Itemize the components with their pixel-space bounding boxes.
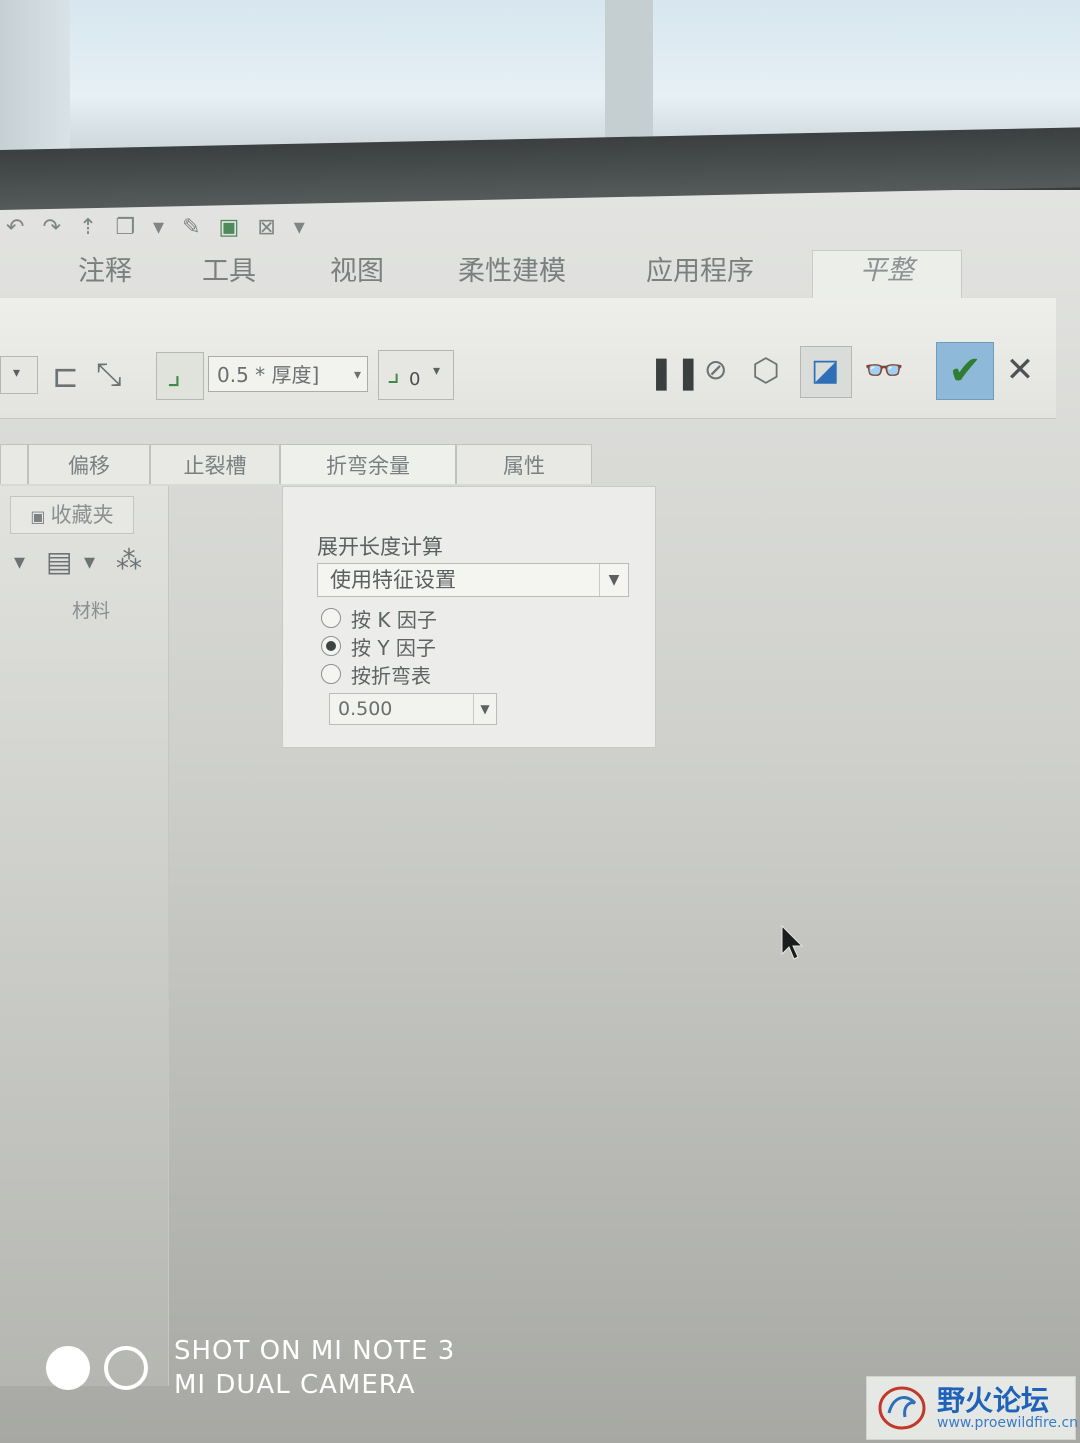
collapsed-dropdown[interactable]: ▾: [0, 356, 38, 394]
glasses-icon[interactable]: 👓: [864, 354, 904, 386]
monitor-icon[interactable]: ▣: [219, 215, 240, 240]
tab-tools[interactable]: 工具: [202, 249, 256, 298]
no-preview-icon[interactable]: ⊘: [704, 356, 727, 384]
radio-k-factor[interactable]: 按 K 因子: [321, 605, 437, 632]
camera-watermark-line2: MI DUAL CAMERA: [174, 1370, 416, 1400]
quick-access-toolbar: ↶ ↷ ⇡ ❐ ▾ ✎ ▣ ⊠ ▾: [0, 205, 426, 250]
thickness-field[interactable]: 0.5 * 厚度] ▾: [208, 356, 368, 392]
scale-arrow-icon[interactable]: ⤡: [96, 358, 122, 390]
preview-box-icon[interactable]: ⬡: [752, 354, 780, 386]
bracket-icon[interactable]: ⊏: [52, 360, 79, 392]
chevron-down-icon: ▼: [473, 694, 496, 724]
document-icon[interactable]: ▤: [46, 548, 72, 576]
pause-icon[interactable]: ❚❚: [648, 356, 702, 388]
radio-y-factor[interactable]: 按 Y 因子: [321, 633, 436, 660]
bend-allowance-panel: 展开长度计算 使用特征设置 ▼ 按 K 因子 按 Y 因子 按折弯表 0.500…: [282, 486, 656, 748]
radio-bend-table[interactable]: 按折弯表: [321, 661, 431, 688]
radio-circle[interactable]: [321, 608, 341, 628]
dropdown-arrow-icon[interactable]: ▾: [84, 552, 95, 574]
camera-dot-ring-icon: [104, 1346, 148, 1390]
factor-value-field[interactable]: 0.500 ▼: [329, 693, 497, 725]
dropdown-arrow-icon[interactable]: ▾: [153, 215, 164, 240]
feature-sub-tabs: 偏移 止裂槽 折弯余量 属性: [0, 444, 592, 486]
camera-watermark-line1: SHOT ON MI NOTE 3: [174, 1336, 456, 1366]
method-select[interactable]: 使用特征设置 ▼: [317, 563, 629, 597]
tab-relief[interactable]: 止裂槽: [150, 444, 280, 484]
material-column-header: 材料: [72, 600, 111, 622]
tab-truncated[interactable]: [0, 444, 28, 484]
tab-view[interactable]: 视图: [330, 249, 384, 298]
mouse-cursor-icon: [781, 924, 804, 960]
cancel-button[interactable]: ✕: [1002, 350, 1038, 390]
verify-mode-button[interactable]: ◪: [800, 346, 852, 398]
check-icon: ✔: [948, 348, 982, 394]
dropdown-arrow-icon[interactable]: ▾: [14, 552, 25, 574]
tab-bend-allowance[interactable]: 折弯余量: [280, 444, 456, 484]
folder-icon: ▣: [30, 507, 51, 526]
regenerate-icon[interactable]: ⇡: [79, 215, 97, 240]
close-icon: ✕: [1005, 350, 1035, 390]
favorites-tab[interactable]: ▣ 收藏夹: [10, 496, 134, 534]
developed-length-label: 展开长度计算: [317, 535, 443, 559]
flame-logo-icon: [878, 1386, 926, 1430]
redo-icon[interactable]: ↷: [42, 215, 60, 240]
radio-circle[interactable]: [321, 664, 341, 684]
radio-circle-selected[interactable]: [321, 636, 341, 656]
tab-flatten[interactable]: 平整: [812, 250, 962, 299]
forum-logo: 野火论坛 www.proewildfire.cn: [866, 1376, 1079, 1440]
tab-properties[interactable]: 属性: [456, 444, 592, 484]
show-hide-icon[interactable]: ⁂: [116, 548, 142, 574]
forum-name: 野火论坛: [937, 1384, 1050, 1417]
camera-dot-filled-icon: [46, 1346, 90, 1390]
window-frame-mid: [605, 0, 653, 140]
window-frame-left: [0, 0, 70, 160]
bend-angle-dropdown[interactable]: ⌟ 0 ▾: [378, 350, 454, 400]
close-windows-icon[interactable]: ⊠: [257, 215, 275, 240]
chevron-down-icon: ▼: [599, 564, 628, 596]
pen-icon[interactable]: ✎: [182, 215, 200, 240]
bend-radius-button[interactable]: ⌟: [156, 352, 204, 400]
ok-check-button[interactable]: ✔: [936, 342, 994, 400]
tab-flexible-modeling[interactable]: 柔性建模: [458, 249, 566, 298]
forum-url: www.proewildfire.cn: [937, 1415, 1079, 1431]
undo-icon[interactable]: ↶: [6, 215, 24, 240]
tab-annotate[interactable]: 注释: [78, 249, 132, 298]
window-icon[interactable]: ❐: [115, 215, 135, 240]
customize-arrow-icon[interactable]: ▾: [294, 215, 305, 240]
tab-applications[interactable]: 应用程序: [646, 249, 754, 298]
tab-offset[interactable]: 偏移: [28, 444, 150, 484]
